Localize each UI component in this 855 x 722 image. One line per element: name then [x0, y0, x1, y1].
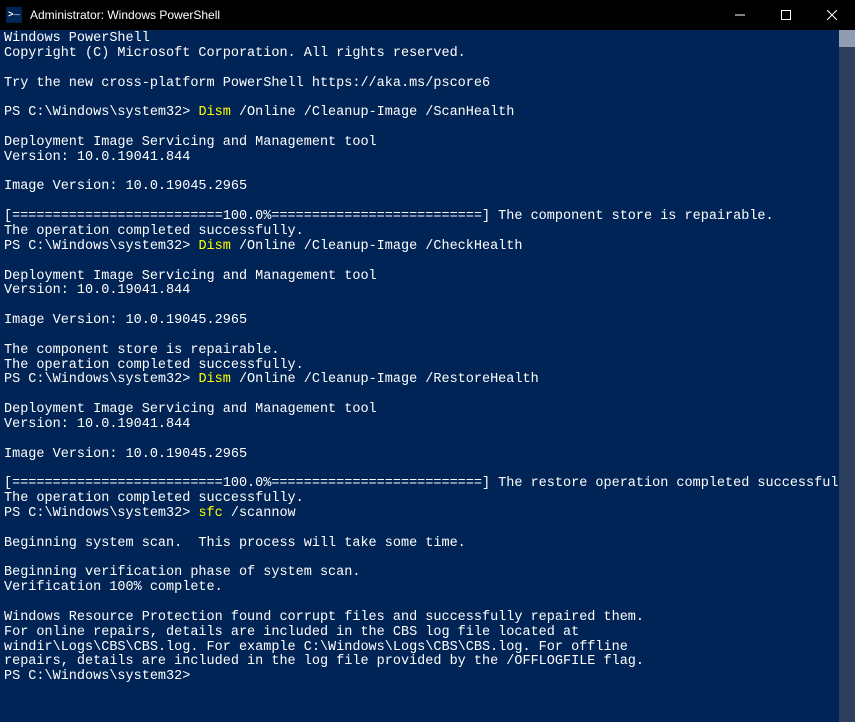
command: Dism — [198, 239, 230, 254]
terminal-output[interactable]: Windows PowerShell Copyright (C) Microso… — [0, 30, 839, 722]
text-line: Version: 10.0.19041.844 — [4, 417, 190, 432]
prompt: PS C:\Windows\system32> — [4, 239, 198, 254]
maximize-button[interactable] — [763, 0, 809, 30]
command-args: /scannow — [223, 506, 296, 521]
text-line: repairs, details are included in the log… — [4, 654, 644, 669]
text-line: windir\Logs\CBS\CBS.log. For example C:\… — [4, 640, 628, 655]
text-line: For online repairs, details are included… — [4, 625, 579, 640]
minimize-button[interactable] — [717, 0, 763, 30]
text-line: Windows PowerShell — [4, 31, 150, 46]
text-line: Image Version: 10.0.19045.2965 — [4, 313, 247, 328]
close-button[interactable] — [809, 0, 855, 30]
scrollbar-thumb[interactable] — [839, 30, 855, 47]
text-line: Deployment Image Servicing and Managemen… — [4, 135, 377, 150]
scrollbar[interactable] — [839, 30, 855, 722]
text-line: Beginning system scan. This process will… — [4, 536, 466, 551]
command-args: /Online /Cleanup-Image /RestoreHealth — [231, 372, 539, 387]
text-line: Try the new cross-platform PowerShell ht… — [4, 76, 490, 91]
command: Dism — [198, 105, 230, 120]
text-line: Copyright (C) Microsoft Corporation. All… — [4, 46, 466, 61]
command-args: /Online /Cleanup-Image /CheckHealth — [231, 239, 523, 254]
progress-line: [==========================100.0%=======… — [4, 476, 839, 491]
prompt: PS C:\Windows\system32> — [4, 506, 198, 521]
window-controls — [717, 0, 855, 30]
text-line: Image Version: 10.0.19045.2965 — [4, 447, 247, 462]
titlebar: Administrator: Windows PowerShell — [0, 0, 855, 30]
command-args: /Online /Cleanup-Image /ScanHealth — [231, 105, 515, 120]
powershell-icon — [6, 7, 22, 23]
terminal-container: Windows PowerShell Copyright (C) Microso… — [0, 30, 855, 722]
prompt: PS C:\Windows\system32> — [4, 372, 198, 387]
text-line: Deployment Image Servicing and Managemen… — [4, 269, 377, 284]
text-line: Deployment Image Servicing and Managemen… — [4, 402, 377, 417]
window-title: Administrator: Windows PowerShell — [30, 8, 717, 22]
command: Dism — [198, 372, 230, 387]
text-line: Beginning verification phase of system s… — [4, 565, 360, 580]
text-line: Image Version: 10.0.19045.2965 — [4, 179, 247, 194]
progress-line: [==========================100.0%=======… — [4, 209, 774, 224]
text-line: Windows Resource Protection found corrup… — [4, 610, 644, 625]
text-line: The operation completed successfully. — [4, 224, 304, 239]
text-line: The component store is repairable. — [4, 343, 279, 358]
prompt: PS C:\Windows\system32> — [4, 669, 198, 684]
text-line: Version: 10.0.19041.844 — [4, 150, 190, 165]
command: sfc — [198, 506, 222, 521]
text-line: The operation completed successfully. — [4, 491, 304, 506]
text-line: The operation completed successfully. — [4, 358, 304, 373]
text-line: Verification 100% complete. — [4, 580, 223, 595]
prompt: PS C:\Windows\system32> — [4, 105, 198, 120]
text-line: Version: 10.0.19041.844 — [4, 283, 190, 298]
